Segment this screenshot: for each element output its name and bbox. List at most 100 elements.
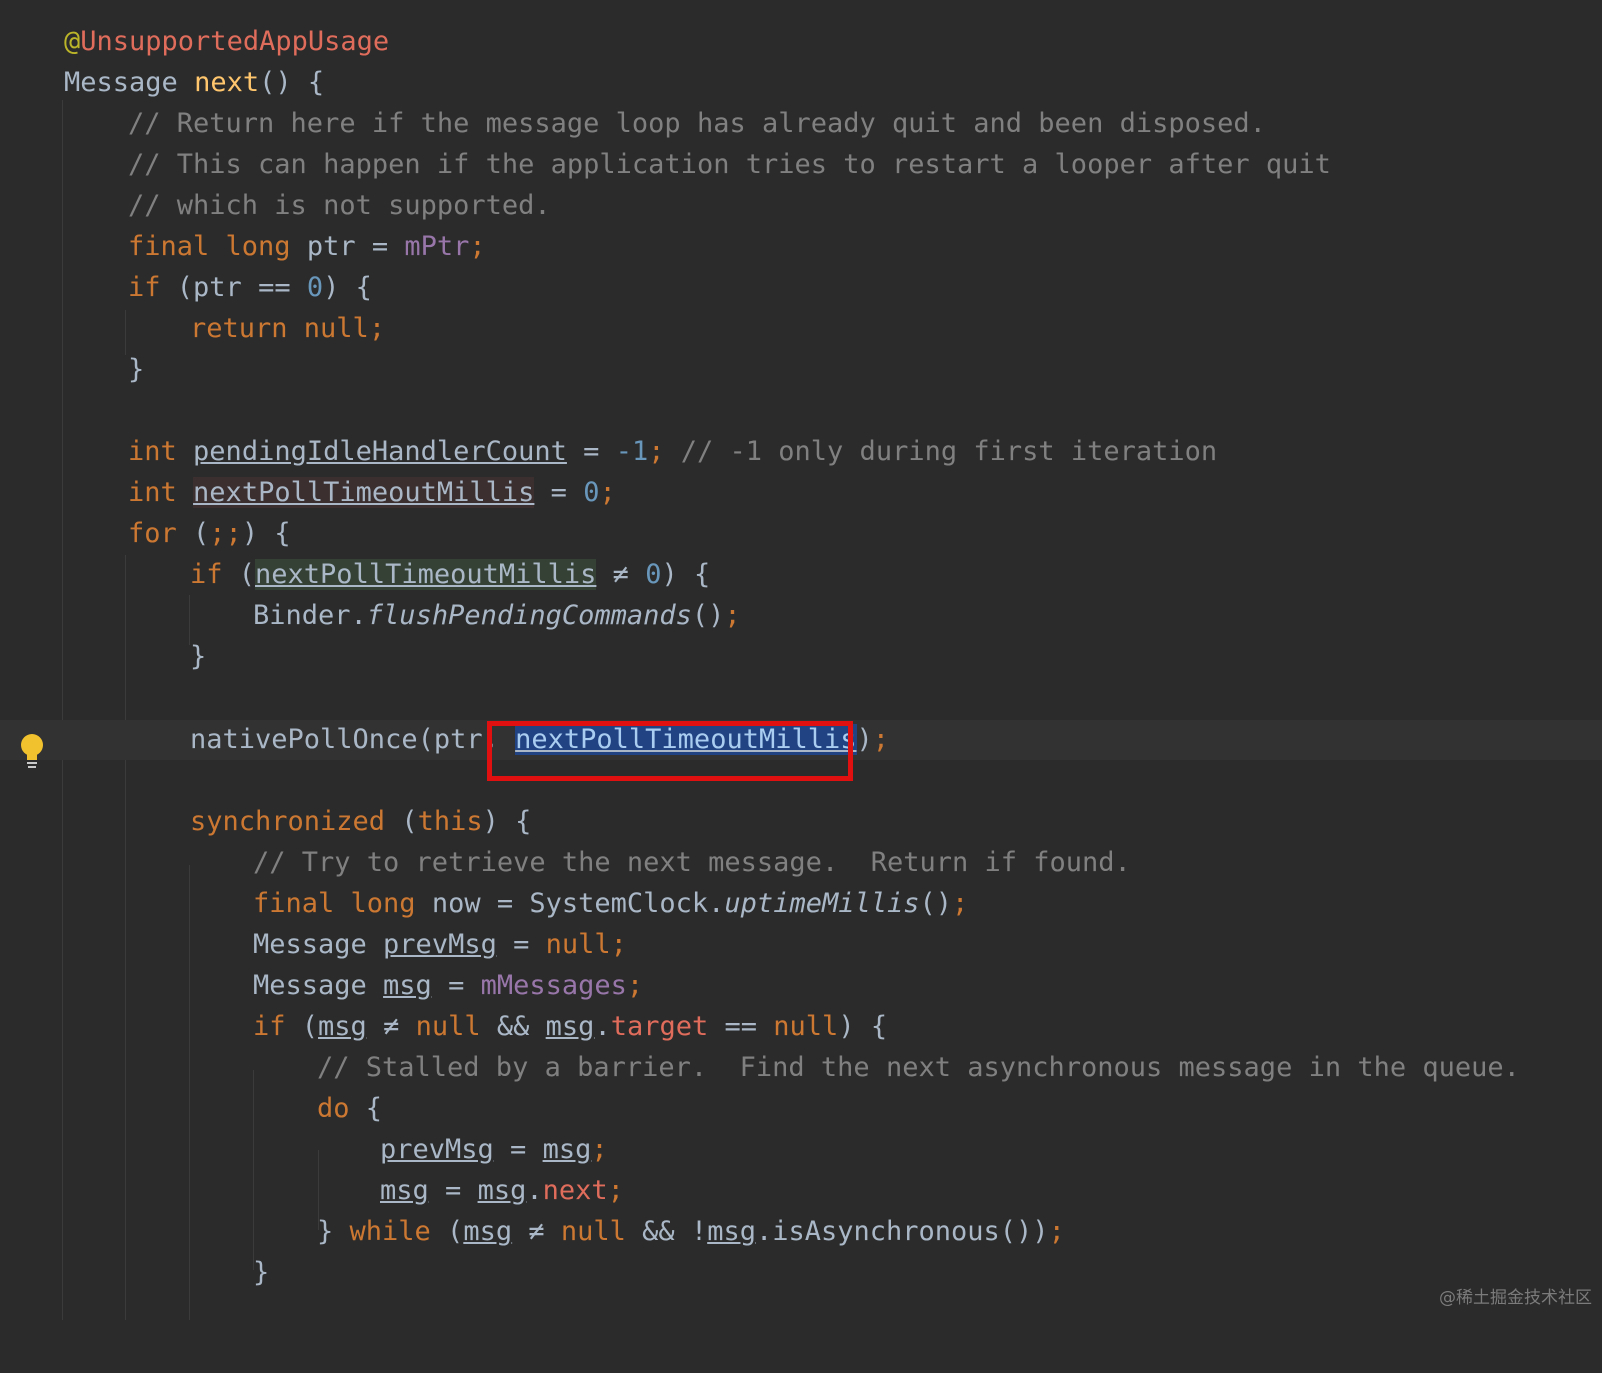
variable: pendingIdleHandlerCount [193, 436, 567, 467]
operator: ≠ [366, 1011, 416, 1042]
method-paren: () { [259, 67, 325, 98]
variable: nextPollTimeoutMillis [255, 559, 597, 590]
code-line[interactable]: for (;;) { [0, 514, 1602, 554]
code-line[interactable]: int nextPollTimeoutMillis = 0; [0, 473, 1602, 513]
code-text: ( [285, 1011, 319, 1042]
code-line[interactable]: } [0, 350, 1602, 390]
code-line[interactable]: Message msg = mMessages; [0, 966, 1602, 1006]
code-text: . [594, 1011, 611, 1042]
variable: msg [383, 970, 432, 1001]
comment: // -1 only during first iteration [680, 436, 1218, 467]
keyword: for [128, 518, 177, 549]
comment: // Try to retrieve the next message. Ret… [253, 847, 1131, 878]
code-text: ) { [661, 559, 711, 590]
code-line[interactable]: int pendingIdleHandlerCount = -1; // -1 … [0, 432, 1602, 472]
operator: = [493, 1134, 543, 1165]
code-line[interactable]: if (ptr == 0) { [0, 268, 1602, 308]
semicolon: ; [591, 1134, 608, 1165]
code-text: ( [222, 559, 256, 590]
code-line[interactable]: // This can happen if the application tr… [0, 145, 1602, 185]
operator: = [496, 929, 546, 960]
code-line[interactable]: Message prevMsg = null; [0, 925, 1602, 965]
code-editor[interactable]: @UnsupportedAppUsage Message next() { //… [0, 0, 1602, 1320]
code-line[interactable]: Binder.flushPendingCommands(); [0, 596, 1602, 636]
keyword: null [560, 1216, 626, 1247]
code-text: (ptr [160, 272, 259, 303]
code-line[interactable]: return null; [0, 309, 1602, 349]
code-text: . [526, 1175, 543, 1206]
field: next [542, 1175, 608, 1206]
operator: ≠ [512, 1216, 561, 1247]
keyword: null [415, 1011, 481, 1042]
variable: msg [545, 1011, 595, 1042]
code-line[interactable]: if (nextPollTimeoutMillis ≠ 0) { [0, 555, 1602, 595]
variable: nextPollTimeoutMillis [193, 477, 535, 508]
code-line[interactable]: do { [0, 1089, 1602, 1129]
comment: // which is not supported. [128, 190, 551, 221]
operator: == [258, 272, 291, 303]
variable: prevMsg [383, 929, 497, 960]
code-text: ) { [482, 806, 532, 837]
code-line[interactable]: // which is not supported. [0, 186, 1602, 226]
variable: ptr [306, 231, 356, 262]
variable: msg [707, 1216, 756, 1247]
code-line[interactable]: final long now = SystemClock.uptimeMilli… [0, 884, 1602, 924]
watermark: @稀土掘金技术社区 [1439, 1288, 1592, 1308]
code-text: ) { [241, 518, 291, 549]
code-line[interactable]: prevMsg = msg; [0, 1130, 1602, 1170]
keyword: final long [253, 888, 416, 919]
code-line[interactable]: msg = msg.next; [0, 1171, 1602, 1211]
variable: msg [380, 1175, 429, 1206]
keyword: this [417, 806, 483, 837]
class-name: Binder. [253, 600, 367, 631]
code-line[interactable]: } while (msg ≠ null && !msg.isAsynchrono… [0, 1212, 1602, 1252]
operator: = [428, 1175, 478, 1206]
brace: } [128, 354, 145, 385]
code-line[interactable]: } [0, 637, 1602, 677]
number: 0 [645, 559, 662, 590]
code-text: () [691, 600, 725, 631]
code-line[interactable]: if (msg ≠ null && msg.target == null) { [0, 1007, 1602, 1047]
code-line[interactable]: } [0, 1253, 1602, 1293]
semicolon: ; [368, 313, 386, 344]
type-name: Message [253, 970, 384, 1001]
code-text: ) [856, 724, 873, 755]
field: target [610, 1011, 709, 1042]
comment: // Return here if the message loop has a… [128, 108, 1266, 139]
annotation-at: @ [64, 26, 81, 57]
lightbulb-icon[interactable] [18, 732, 46, 772]
semicolon: ; [724, 600, 741, 631]
comment: // This can happen if the application tr… [128, 149, 1331, 180]
number: 0 [583, 477, 600, 508]
method-call: flushPendingCommands [366, 600, 692, 631]
semicolon: ; [952, 888, 969, 919]
code-line[interactable]: final long ptr = mPtr; [0, 227, 1602, 267]
code-text: now = SystemClock. [415, 888, 725, 919]
keyword: if [128, 272, 161, 303]
keyword: null [773, 1011, 839, 1042]
semicolon: ; [469, 231, 486, 262]
keyword: null [545, 929, 611, 960]
semicolon: ; [626, 970, 644, 1001]
method-call: uptimeMillis [724, 888, 920, 919]
code-line[interactable]: Message next() { [0, 63, 1602, 103]
code-line[interactable]: synchronized (this) { [0, 802, 1602, 842]
code-line[interactable]: // Stalled by a barrier. Find the next a… [0, 1048, 1602, 1088]
code-line[interactable]: @UnsupportedAppUsage [0, 22, 1602, 62]
variable: prevMsg [380, 1134, 494, 1165]
code-line[interactable]: // Try to retrieve the next message. Ret… [0, 843, 1602, 883]
number: -1 [615, 436, 649, 467]
keyword: final long [128, 231, 291, 262]
semicolon: ;; [209, 518, 242, 549]
semicolon: ; [607, 1175, 624, 1206]
return-type: Message [64, 67, 178, 98]
semicolon: ; [610, 929, 627, 960]
keyword: if [190, 559, 223, 590]
method-call: nativePollOnce(ptr [190, 724, 483, 755]
comment: // Stalled by a barrier. Find the next a… [317, 1052, 1520, 1083]
code-text: ) { [838, 1011, 888, 1042]
code-line[interactable]: // Return here if the message loop has a… [0, 104, 1602, 144]
highlight-box [487, 721, 853, 781]
keyword: synchronized [190, 806, 386, 837]
keyword: int [128, 477, 177, 508]
